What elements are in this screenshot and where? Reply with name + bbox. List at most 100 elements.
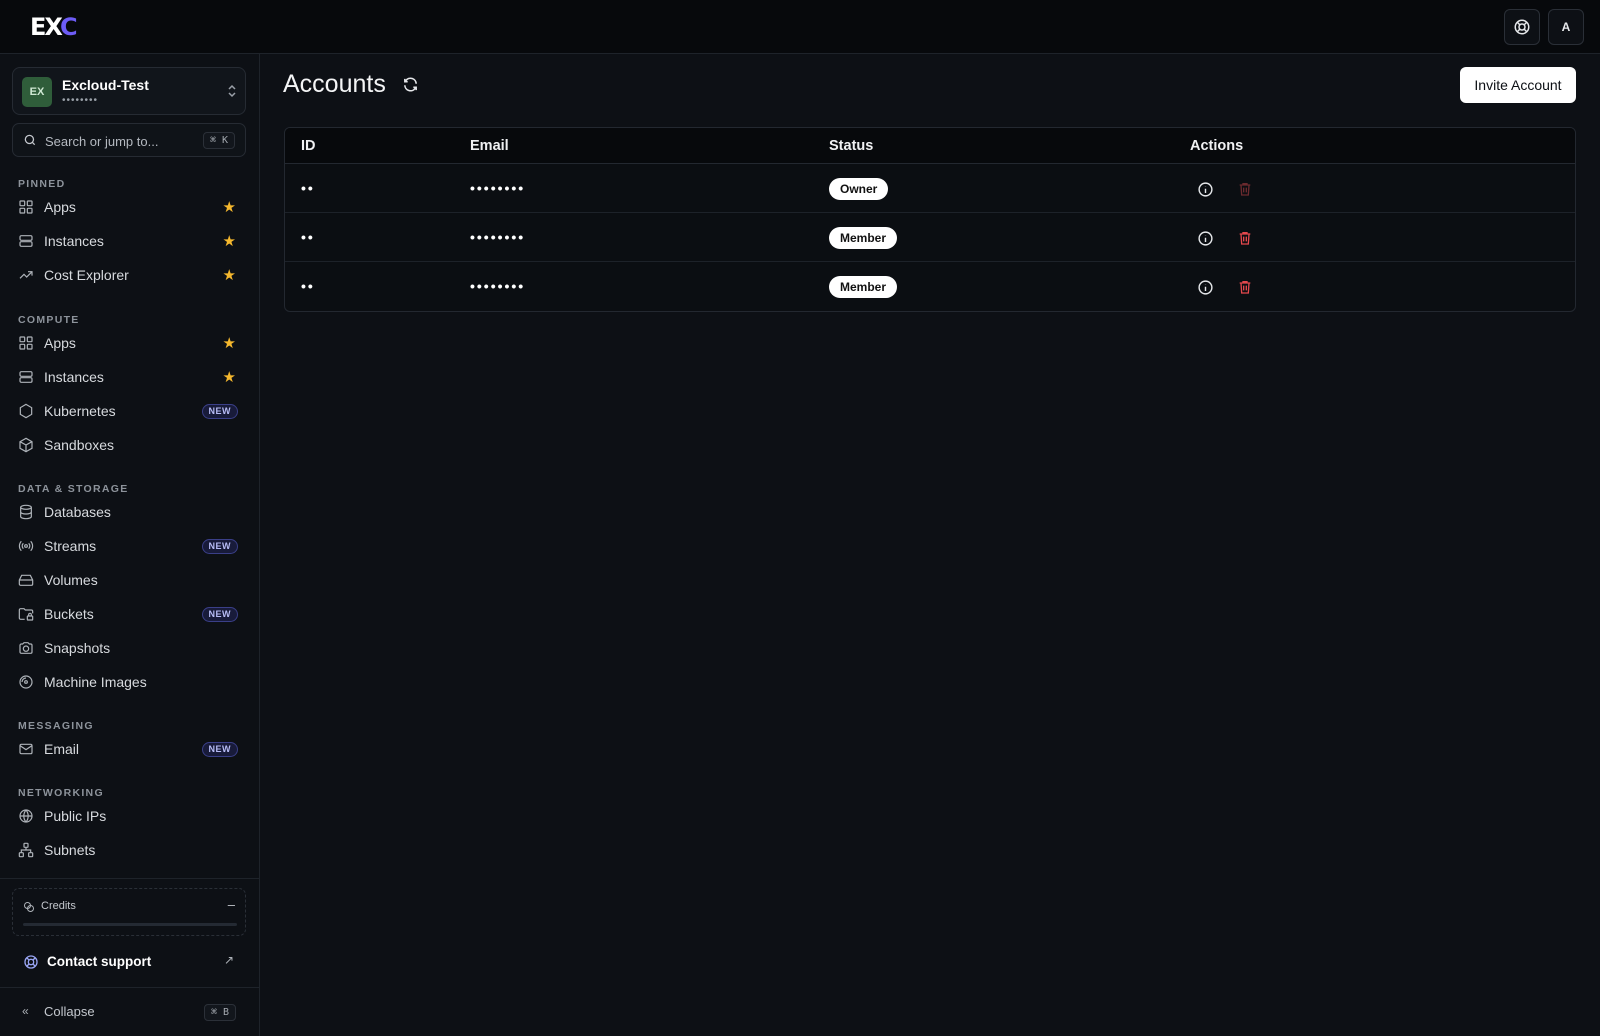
star-icon[interactable]: ★ [223, 266, 236, 284]
row-email: •••••••• [470, 180, 526, 196]
hexagon-icon [19, 403, 33, 419]
nav-kubernetes[interactable]: Kubernetes NEW [10, 396, 248, 426]
trending-up-icon [19, 271, 33, 279]
contact-support-label: Contact support [47, 954, 152, 969]
info-icon [1197, 181, 1213, 197]
nav-label: Databases [44, 504, 111, 520]
nav-label: Kubernetes [44, 403, 116, 419]
sidebar-divider [0, 878, 260, 879]
search-input[interactable] [45, 131, 195, 151]
folder-lock-icon [18, 608, 34, 621]
nav-subnets[interactable]: Subnets [10, 835, 248, 865]
nav-streams[interactable]: Streams NEW [10, 531, 248, 561]
section-data-storage: DATA & STORAGE [18, 483, 129, 495]
box-icon [19, 437, 33, 453]
nav-volumes[interactable]: Volumes [10, 565, 248, 595]
logo[interactable]: EXC [30, 14, 78, 40]
chevrons-up-down-icon [227, 84, 237, 100]
nav-label: Volumes [44, 572, 98, 588]
trash-icon [1239, 281, 1251, 294]
contact-support-link[interactable]: Contact support ↗ [12, 944, 246, 980]
row-email: •••••••• [470, 278, 526, 294]
new-badge: NEW [201, 742, 238, 757]
star-icon[interactable]: ★ [223, 232, 236, 250]
nav-label: Public IPs [44, 808, 107, 824]
nav-sandboxes[interactable]: Sandboxes [10, 430, 248, 460]
star-icon[interactable]: ★ [223, 198, 236, 216]
nav-label: Buckets [44, 606, 94, 622]
user-avatar-button[interactable]: A [1548, 9, 1584, 45]
collapse-sidebar-button[interactable]: « Collapse ⌘ B [12, 996, 246, 1026]
row-id: •• [301, 180, 315, 196]
help-button[interactable] [1504, 9, 1540, 45]
nav-snapshots[interactable]: Snapshots [10, 633, 248, 663]
nav-label: Apps [44, 199, 76, 215]
info-button[interactable] [1195, 277, 1215, 297]
trash-icon [1239, 183, 1251, 196]
status-badge: Member [829, 276, 898, 298]
delete-button-disabled [1235, 179, 1255, 199]
sidebar: EX Excloud-Test •••••••• ⌘ K PINNED Apps… [0, 54, 260, 1036]
network-icon [18, 842, 34, 858]
info-icon [1197, 279, 1213, 295]
org-switcher[interactable]: EX Excloud-Test •••••••• [12, 67, 246, 115]
nav-email[interactable]: Email NEW [10, 734, 248, 764]
nav-label: Machine Images [44, 674, 147, 690]
coins-icon [24, 902, 34, 912]
globe-icon [19, 809, 33, 823]
camera-icon [19, 642, 33, 654]
collapse-shortcut: ⌘ B [203, 1004, 236, 1021]
nav-compute-apps[interactable]: Apps ★ [10, 328, 248, 358]
star-icon[interactable]: ★ [223, 368, 236, 386]
row-email: •••••••• [470, 229, 526, 245]
nav-compute-instances[interactable]: Instances ★ [10, 362, 248, 392]
status-badge: Member [829, 227, 898, 249]
info-icon [1197, 230, 1213, 246]
credits-panel: Credits – [12, 888, 246, 936]
search-box[interactable]: ⌘ K [12, 123, 246, 157]
nav-public-ips[interactable]: Public IPs [10, 801, 248, 831]
nav-pinned-instances[interactable]: Instances ★ [10, 226, 248, 256]
accounts-table: ID Email Status Actions •• •••••••• Owne… [284, 127, 1576, 312]
credits-value: – [227, 897, 235, 912]
info-button[interactable] [1195, 228, 1215, 248]
column-actions: Actions [1190, 138, 1244, 154]
refresh-icon[interactable] [402, 76, 419, 93]
nav-pinned-apps[interactable]: Apps ★ [10, 192, 248, 222]
nav-pinned-cost-explorer[interactable]: Cost Explorer ★ [10, 260, 248, 290]
new-badge: NEW [201, 404, 238, 419]
mail-icon [19, 743, 33, 755]
server-icon [19, 235, 33, 247]
server-icon [19, 371, 33, 383]
table-header: ID Email Status Actions [285, 128, 1575, 164]
nav-label: Instances [44, 233, 104, 249]
delete-button[interactable] [1235, 277, 1255, 297]
grid-icon [19, 200, 33, 214]
search-icon [24, 134, 36, 146]
page-title: Accounts [283, 70, 386, 98]
star-icon[interactable]: ★ [223, 334, 236, 352]
credits-progress-bar [23, 923, 237, 926]
nav-label: Snapshots [44, 640, 111, 656]
column-status: Status [829, 138, 874, 154]
nav-label: Apps [44, 335, 76, 351]
nav-buckets[interactable]: Buckets NEW [10, 599, 248, 629]
invite-account-button[interactable]: Invite Account [1460, 67, 1576, 103]
nav-machine-images[interactable]: Machine Images [10, 667, 248, 697]
main-content: Accounts Invite Account ID Email Status … [261, 54, 1600, 1036]
hard-drive-icon [18, 574, 34, 586]
section-compute: COMPUTE [18, 314, 80, 326]
table-row: •• •••••••• Member [285, 262, 1575, 311]
nav-label: Sandboxes [44, 437, 115, 453]
nav-databases[interactable]: Databases [10, 497, 248, 527]
delete-button[interactable] [1235, 228, 1255, 248]
sidebar-divider [0, 987, 260, 988]
credits-label: Credits [41, 900, 76, 912]
table-row: •• •••••••• Owner [285, 164, 1575, 213]
column-email: Email [470, 138, 509, 154]
info-button[interactable] [1195, 179, 1215, 199]
nav-label: Streams [44, 538, 97, 554]
lifebuoy-icon [1514, 19, 1530, 35]
row-id: •• [301, 229, 315, 245]
new-badge: NEW [201, 539, 238, 554]
